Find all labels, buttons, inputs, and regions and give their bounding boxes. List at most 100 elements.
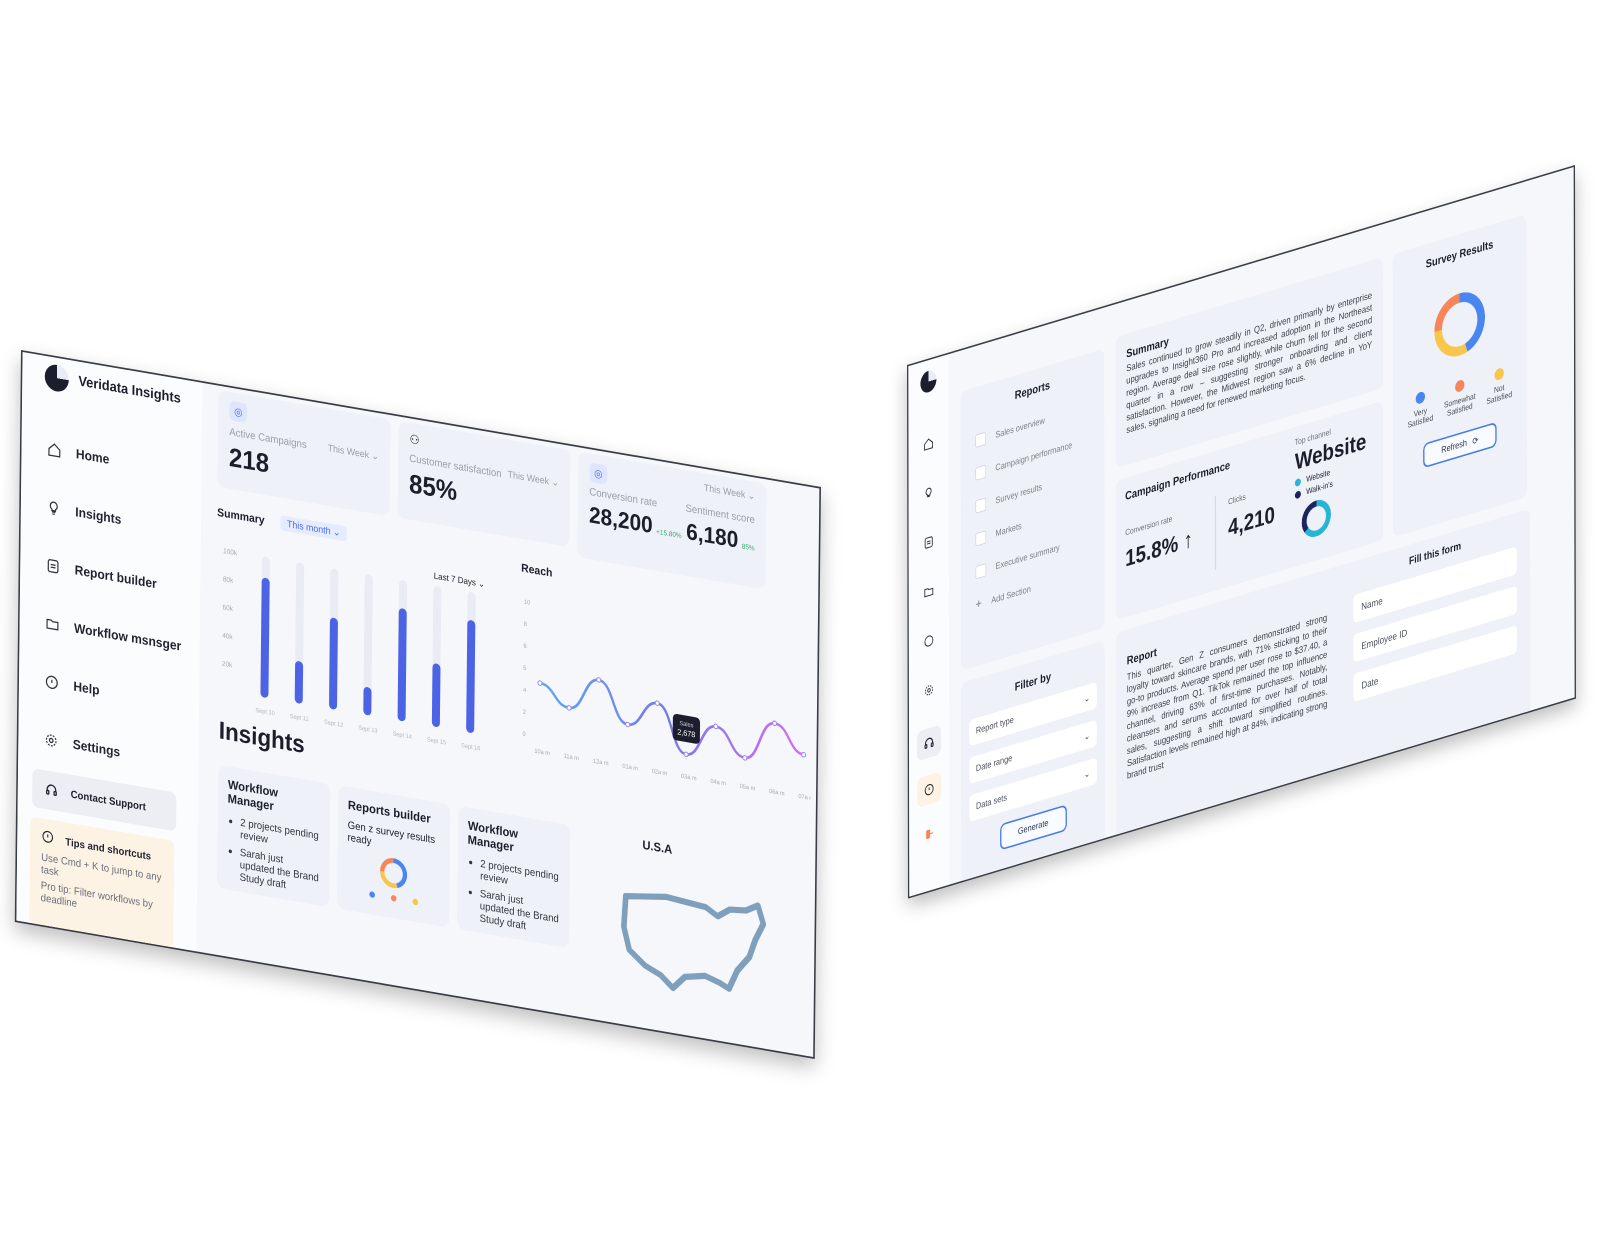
chevron-down-icon: ⌄ xyxy=(1083,730,1091,743)
headset-icon[interactable] xyxy=(917,724,942,762)
target-icon: ◎ xyxy=(229,400,248,424)
data-point xyxy=(683,751,689,758)
lightbulb-icon[interactable] xyxy=(921,481,937,506)
logo-icon xyxy=(920,368,937,395)
legend-item: Very Satisfied xyxy=(1404,387,1437,431)
y-tick-label: 60k xyxy=(223,604,234,613)
home-icon[interactable] xyxy=(920,432,936,457)
y-tick-label: 6 xyxy=(523,643,527,650)
x-tick-label: 03a m xyxy=(681,774,697,783)
generate-button[interactable]: Generate xyxy=(999,804,1067,851)
card-title: Workflow Manager xyxy=(467,817,519,855)
x-tick-label: 01a m xyxy=(622,764,638,773)
list-item: Sarah just updated the Brand Study draft xyxy=(240,846,320,897)
kpi-delta: 85% xyxy=(741,542,755,553)
logout-icon[interactable] xyxy=(921,822,937,847)
bar xyxy=(329,617,338,710)
bar xyxy=(363,687,372,716)
checkbox[interactable] xyxy=(975,530,987,547)
bar xyxy=(397,608,407,722)
reports-builder-card[interactable]: Reports builder Gen z survey results rea… xyxy=(337,785,451,928)
x-tick-label: Sept 13 xyxy=(358,725,378,735)
chevron-down-icon: ⌄ xyxy=(1084,768,1091,780)
y-tick-label: 10 xyxy=(524,599,531,606)
reports-panel: Reports Sales overview Campaign performa… xyxy=(960,348,1105,671)
legend-dot xyxy=(368,890,375,899)
survey-donut-chart xyxy=(1434,285,1486,364)
plus-icon: + xyxy=(975,596,982,613)
info-icon xyxy=(41,829,54,848)
y-tick-label: 4 xyxy=(523,687,527,694)
sidebar-nav: Home Insights Report builder Workflow ms… xyxy=(42,420,190,793)
info-icon[interactable] xyxy=(921,629,937,654)
survey-title: Survey Results xyxy=(1425,237,1494,271)
y-tick-label: 100k xyxy=(223,548,238,558)
filter-panel: Filter by Report type ⌄ Date range ⌄ Data … xyxy=(961,640,1106,885)
y-tick-label: 20k xyxy=(222,660,233,669)
usa-map-card: U.S.A xyxy=(576,826,818,1059)
x-tick-label: 12a m xyxy=(593,759,609,768)
x-tick-label: 11a m xyxy=(564,754,579,763)
refresh-button[interactable]: Refresh ⟳ xyxy=(1423,421,1497,469)
clicks-value: 4,210 xyxy=(1228,501,1275,541)
legend-dot xyxy=(412,898,418,906)
checkbox[interactable] xyxy=(975,431,987,449)
reports-screen: Reports Sales overview Campaign performa… xyxy=(907,165,1576,899)
period-select[interactable]: This Week ⌄ xyxy=(328,442,379,463)
icon-sidebar xyxy=(908,354,950,897)
data-point xyxy=(742,755,748,761)
data-point xyxy=(801,751,807,758)
legend-item: Not Satisfied xyxy=(1482,363,1515,407)
kpi-customer-satisfaction: ⚇ Customer satisfaction This Week ⌄ 85% xyxy=(397,420,571,548)
x-tick-label: 05a m xyxy=(740,784,756,793)
lightbulb-icon xyxy=(45,497,63,519)
x-tick-label: Sept 16 xyxy=(461,743,481,753)
bar xyxy=(431,663,441,728)
arrow-up-icon: ↑ xyxy=(1183,525,1193,555)
summary-title: Summary xyxy=(217,505,265,527)
x-tick-label: 02a m xyxy=(652,769,668,778)
kpi-delta: +15.80% xyxy=(656,527,682,540)
kpi-conversion: ◎ This Week ⌄ Conversion rate Sentiment … xyxy=(577,451,767,590)
y-tick-label: 5 xyxy=(523,665,527,672)
reach-chart-panel: Reach 10 8 6 5 4 2 0 Sales 2,678 10a m 11a m 12a m0… xyxy=(519,561,813,831)
document-icon[interactable] xyxy=(921,530,937,555)
bar xyxy=(466,620,476,733)
checkbox[interactable] xyxy=(975,464,987,481)
contact-support-label: Contact Support xyxy=(70,787,146,814)
kpi-value: 6,180 xyxy=(686,517,739,554)
kpi-active-campaigns: ◎ Active Campaigns This Week ⌄ 218 xyxy=(217,389,391,517)
sidebar-item-label: Help xyxy=(73,678,100,699)
info-icon xyxy=(43,671,61,693)
data-point xyxy=(713,723,719,730)
conversion-value: 15.8% xyxy=(1125,530,1179,572)
sidebar-item-label: Insights xyxy=(75,504,122,528)
x-tick-label: Sept 12 xyxy=(324,720,343,730)
workflow-card[interactable]: Workflow Manager 2 projects pending revi… xyxy=(457,805,571,949)
y-tick-label: 40k xyxy=(222,632,233,641)
list-item: Sarah just updated the Brand Study draft xyxy=(480,887,560,938)
folder-icon[interactable] xyxy=(921,580,937,605)
brand: Veridata Insights xyxy=(44,362,181,413)
gear-icon xyxy=(42,729,60,751)
legend-item: Somewhat Satisfied xyxy=(1442,375,1478,420)
brand-name: Veridata Insights xyxy=(78,373,181,407)
checkbox[interactable] xyxy=(975,563,987,580)
data-point xyxy=(537,680,543,686)
x-tick-label: 10a m xyxy=(534,749,550,758)
x-tick-label: 06a m xyxy=(769,789,785,798)
y-tick-label: 8 xyxy=(524,621,528,628)
checkbox[interactable] xyxy=(975,497,987,514)
workflow-card[interactable]: Workflow Manager 2 projects pending revi… xyxy=(217,764,331,908)
sidebar-item-label: Settings xyxy=(72,736,121,760)
period-select[interactable]: This Week ⌄ xyxy=(508,469,559,490)
insights-dashboard-screen: Veridata Insights Home Insights Report b… xyxy=(14,350,821,1059)
home-icon xyxy=(45,439,63,461)
gear-icon[interactable] xyxy=(921,678,937,703)
info-icon[interactable] xyxy=(917,771,942,809)
card-title: U.S.A xyxy=(642,837,673,857)
data-point xyxy=(625,721,631,728)
data-point xyxy=(566,705,572,711)
period-select[interactable]: This month ⌄ xyxy=(280,515,347,542)
survey-results-panel: Survey Results Very Satisfied Somewhat S… xyxy=(1392,214,1527,538)
